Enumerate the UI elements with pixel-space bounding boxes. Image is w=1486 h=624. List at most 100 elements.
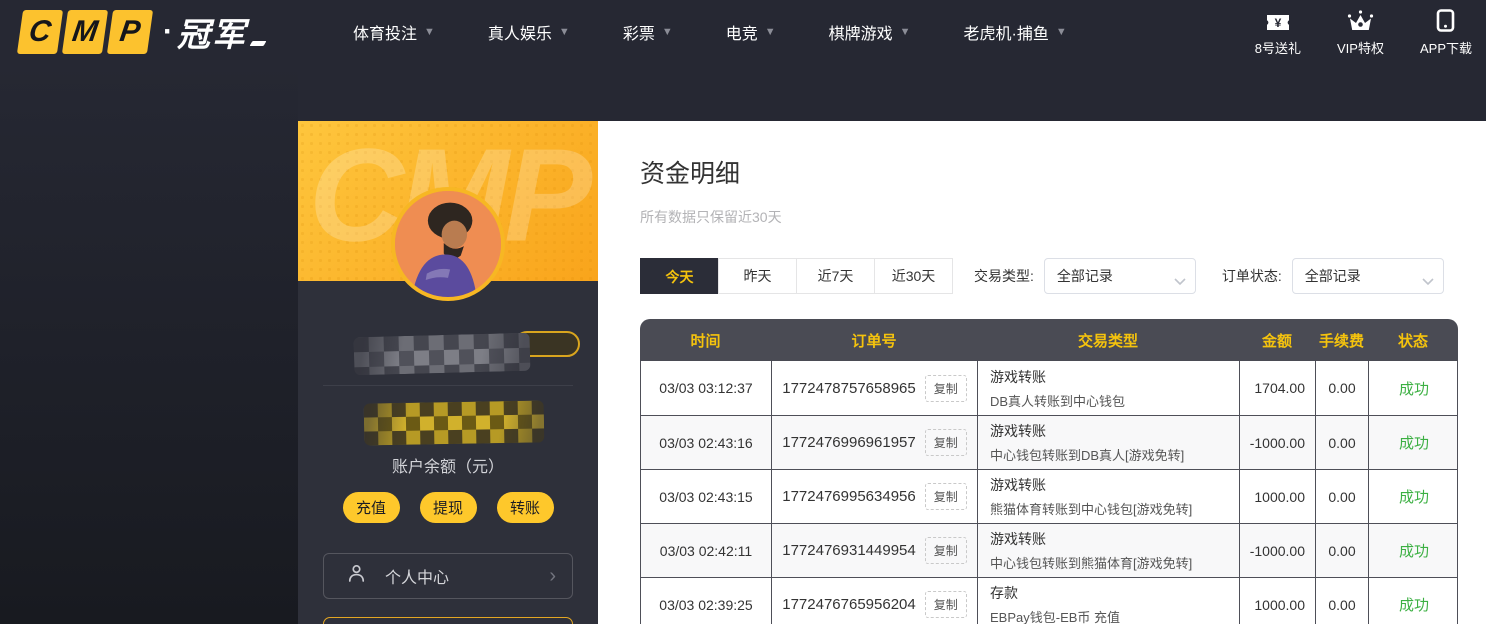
nav-item-slots-fishing[interactable]: 老虎机·捕鱼 ▼ bbox=[964, 20, 1067, 44]
topbar-action-label: VIP特权 bbox=[1337, 38, 1384, 57]
cell-type: 存款 EBPay钱包-EB币 充值 bbox=[978, 578, 1240, 624]
cell-time: 03/03 02:42:11 bbox=[641, 524, 772, 577]
nav-item-board-games[interactable]: 棋牌游戏 ▼ bbox=[829, 20, 911, 44]
order-status-select[interactable]: 全部记录 bbox=[1292, 258, 1444, 294]
person-icon bbox=[346, 563, 367, 589]
chevron-down-icon: ▼ bbox=[900, 27, 911, 38]
order-status-label: 订单状态: bbox=[1222, 266, 1282, 286]
cell-amount: -1000.00 bbox=[1240, 524, 1316, 577]
filter-row: 今天 昨天 近7天 近30天 交易类型: 全部记录 订单状态: 全部记录 bbox=[640, 258, 1486, 294]
page-title: 资金明细 bbox=[640, 154, 1486, 190]
cell-time: 03/03 02:43:16 bbox=[641, 416, 772, 469]
table-row: 03/03 02:43:15 1772476995634956 复制 游戏转账 … bbox=[641, 469, 1457, 523]
table-row: 03/03 02:43:16 1772476996961957 复制 游戏转账 … bbox=[641, 415, 1457, 469]
column-header-type: 交易类型 bbox=[977, 319, 1239, 361]
cell-time: 03/03 02:39:25 bbox=[641, 578, 772, 624]
tab-today[interactable]: 今天 bbox=[640, 258, 719, 294]
censored-username bbox=[354, 333, 531, 376]
tab-yesterday[interactable]: 昨天 bbox=[718, 258, 797, 294]
sidebar-item-personal-center[interactable]: 个人中心 › bbox=[323, 553, 573, 599]
brand-logo[interactable]: C M P · 冠军 bbox=[20, 8, 265, 56]
table-row: 03/03 02:39:25 1772476765956204 复制 存款 EB… bbox=[641, 577, 1457, 624]
copy-button[interactable]: 复制 bbox=[925, 537, 967, 564]
topbar-action-label: APP下载 bbox=[1420, 38, 1472, 57]
censored-balance-amount bbox=[364, 400, 545, 445]
cell-time: 03/03 02:43:15 bbox=[641, 470, 772, 523]
logo-tail-decoration bbox=[250, 41, 267, 46]
table-header-row: 时间 订单号 交易类型 金额 手续费 状态 bbox=[640, 319, 1458, 361]
logo-dot: · bbox=[163, 15, 173, 49]
tab-last-30-days[interactable]: 近30天 bbox=[874, 258, 953, 294]
topbar-actions: ¥ 8号送礼 VIP特权 bbox=[1255, 8, 1472, 57]
copy-button[interactable]: 复制 bbox=[925, 375, 967, 402]
transaction-detail: 中心钱包转账到熊猫体育[游戏免转] bbox=[990, 553, 1227, 572]
transaction-type-select[interactable]: 全部记录 bbox=[1044, 258, 1196, 294]
table-row: 03/03 03:12:37 1772478757658965 复制 游戏转账 … bbox=[641, 361, 1457, 415]
nav-item-live-casino[interactable]: 真人娱乐 ▼ bbox=[488, 20, 570, 44]
transaction-type: 游戏转账 bbox=[990, 529, 1227, 549]
page-subtitle: 所有数据只保留近30天 bbox=[640, 207, 1486, 227]
nav-item-lottery[interactable]: 彩票 ▼ bbox=[623, 20, 673, 44]
app-download-button[interactable]: APP下载 bbox=[1420, 8, 1472, 57]
order-number: 1772476931449954 bbox=[782, 542, 915, 559]
cell-fee: 0.00 bbox=[1316, 524, 1369, 577]
chevron-right-icon: › bbox=[549, 566, 556, 586]
cell-type: 游戏转账 DB真人转账到中心钱包 bbox=[978, 361, 1240, 415]
phone-icon bbox=[1436, 8, 1455, 32]
cell-order-no: 1772476765956204 复制 bbox=[772, 578, 978, 624]
transaction-detail: 中心钱包转账到DB真人[游戏免转] bbox=[990, 445, 1227, 464]
transaction-detail: EBPay钱包-EB币 充值 bbox=[990, 607, 1227, 624]
nav-item-label: 电竞 bbox=[726, 20, 758, 44]
cell-order-no: 1772478757658965 复制 bbox=[772, 361, 978, 415]
cell-fee: 0.00 bbox=[1316, 470, 1369, 523]
nav-item-esports[interactable]: 电竞 ▼ bbox=[726, 20, 776, 44]
copy-button[interactable]: 复制 bbox=[925, 429, 967, 456]
nav-item-label: 老虎机·捕鱼 bbox=[964, 20, 1049, 44]
table-row: 03/03 02:42:11 1772476931449954 复制 游戏转账 … bbox=[641, 523, 1457, 577]
transaction-type-label: 交易类型: bbox=[974, 266, 1034, 286]
cell-amount: 1000.00 bbox=[1240, 470, 1316, 523]
transaction-detail: 熊猫体育转账到中心钱包[游戏免转] bbox=[990, 499, 1227, 518]
topbar-action-label: 8号送礼 bbox=[1255, 38, 1301, 57]
withdraw-button[interactable]: 提现 bbox=[420, 492, 477, 523]
status-badge: 成功 bbox=[1369, 578, 1459, 624]
nav-item-sports[interactable]: 体育投注 ▼ bbox=[353, 20, 435, 44]
order-number: 1772476996961957 bbox=[782, 434, 915, 451]
cell-type: 游戏转账 中心钱包转账到DB真人[游戏免转] bbox=[978, 416, 1240, 469]
cell-type: 游戏转账 中心钱包转账到熊猫体育[游戏免转] bbox=[978, 524, 1240, 577]
funds-table: 时间 订单号 交易类型 金额 手续费 状态 03/03 03:12:37 177… bbox=[640, 319, 1458, 624]
status-badge: 成功 bbox=[1369, 470, 1459, 523]
transaction-type: 游戏转账 bbox=[990, 421, 1227, 441]
select-value: 全部记录 bbox=[1057, 266, 1113, 286]
chevron-down-icon: ▼ bbox=[765, 27, 776, 38]
status-badge: 成功 bbox=[1369, 524, 1459, 577]
status-badge: 成功 bbox=[1369, 416, 1459, 469]
balance-label: 账户余额（元） bbox=[298, 453, 598, 477]
column-header-amount: 金额 bbox=[1239, 319, 1315, 361]
transfer-button[interactable]: 转账 bbox=[497, 492, 554, 523]
sidebar-promo-box[interactable] bbox=[323, 617, 573, 624]
cell-order-no: 1772476995634956 复制 bbox=[772, 470, 978, 523]
deposit-button[interactable]: 充值 bbox=[343, 492, 400, 523]
chevron-down-icon bbox=[1422, 273, 1434, 289]
cell-amount: -1000.00 bbox=[1240, 416, 1316, 469]
order-number: 1772476765956204 bbox=[782, 596, 915, 613]
cell-order-no: 1772476931449954 复制 bbox=[772, 524, 978, 577]
tab-last-7-days[interactable]: 近7天 bbox=[796, 258, 875, 294]
cell-fee: 0.00 bbox=[1316, 416, 1369, 469]
transaction-detail: DB真人转账到中心钱包 bbox=[990, 391, 1227, 410]
page-left-background bbox=[0, 0, 298, 624]
top-navigation-bar: C M P · 冠军 体育投注 ▼ 真人娱乐 ▼ 彩票 ▼ 电竞 ▼ 棋牌游戏 … bbox=[0, 0, 1486, 64]
sidebar-item-label: 个人中心 bbox=[385, 564, 449, 588]
copy-button[interactable]: 复制 bbox=[925, 483, 967, 510]
copy-button[interactable]: 复制 bbox=[925, 591, 967, 618]
order-number: 1772476995634956 bbox=[782, 488, 915, 505]
nav-item-label: 彩票 bbox=[623, 20, 655, 44]
column-header-time: 时间 bbox=[640, 319, 771, 361]
main-nav-menu: 体育投注 ▼ 真人娱乐 ▼ 彩票 ▼ 电竞 ▼ 棋牌游戏 ▼ 老虎机·捕鱼 ▼ bbox=[353, 20, 1067, 44]
status-badge: 成功 bbox=[1369, 361, 1459, 415]
vip-privilege-button[interactable]: VIP特权 bbox=[1337, 8, 1384, 57]
gift-day8-button[interactable]: ¥ 8号送礼 bbox=[1255, 8, 1301, 57]
logo-letter-box: M bbox=[62, 10, 108, 54]
transaction-type: 游戏转账 bbox=[990, 367, 1227, 387]
